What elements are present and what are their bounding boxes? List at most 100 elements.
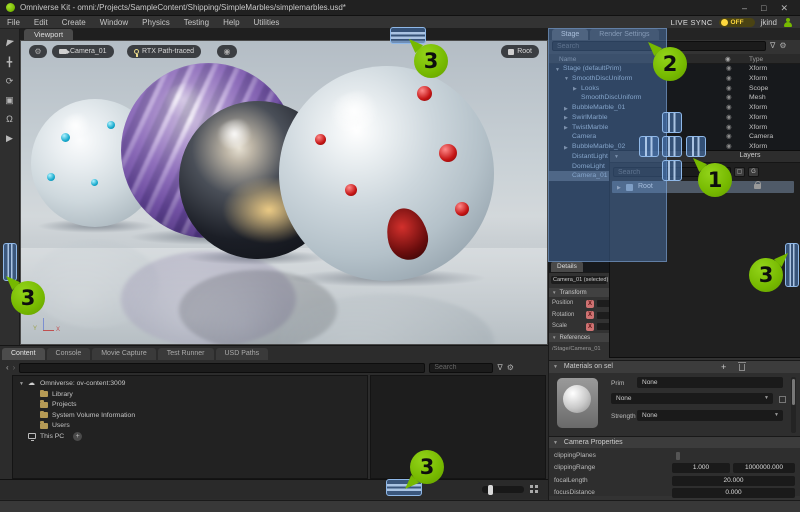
transform-section-header[interactable]: ▼Transform xyxy=(549,288,609,297)
menu-item-file[interactable]: File xyxy=(0,18,27,27)
external-link-icon[interactable] xyxy=(779,396,786,403)
transform-value-field[interactable] xyxy=(597,300,609,307)
maximize-button[interactable]: □ xyxy=(761,1,766,15)
lock-icon[interactable] xyxy=(754,184,761,189)
tab-content[interactable]: Content xyxy=(2,348,45,360)
tab-console[interactable]: Console xyxy=(47,348,91,360)
add-material-button[interactable]: + xyxy=(721,361,726,373)
tab-usd-paths[interactable]: USD Paths xyxy=(216,348,269,360)
property-value-field[interactable]: 0.000 xyxy=(672,488,795,498)
close-button[interactable]: ✕ xyxy=(780,1,788,15)
layers-global-button[interactable]: G xyxy=(748,167,759,177)
snap-tool-icon[interactable]: Ω xyxy=(3,113,17,126)
tab-render-settings[interactable]: Render Settings xyxy=(590,29,658,40)
visibility-eye-icon[interactable]: ◉ xyxy=(726,123,732,133)
play-button-icon[interactable]: ▶ xyxy=(3,132,17,145)
visibility-eye-icon[interactable]: ◉ xyxy=(726,74,732,84)
viewport-settings-button[interactable]: ⚙ xyxy=(29,45,47,58)
back-button[interactable]: ‹ xyxy=(6,363,9,372)
clear-transform-button[interactable]: X xyxy=(586,300,594,308)
camera-properties-header[interactable]: ▼ Camera Properties xyxy=(549,437,800,448)
scale-tool-icon[interactable]: ▣ xyxy=(3,94,17,107)
content-tree-users[interactable]: Users xyxy=(13,420,367,431)
materials-scrollbar[interactable] xyxy=(791,377,796,433)
address-bar[interactable] xyxy=(19,363,425,373)
strength-dropdown[interactable]: None▼ xyxy=(637,410,783,421)
property-value-field[interactable]: 1.000 xyxy=(672,463,730,473)
expand-icon[interactable]: ▶ xyxy=(617,182,621,194)
menu-item-window[interactable]: Window xyxy=(93,18,135,27)
transform-value-field[interactable] xyxy=(597,323,609,330)
property-value-field[interactable]: 1000000.000 xyxy=(733,463,795,473)
gear-icon[interactable]: ⚙ xyxy=(507,363,514,373)
references-section-header[interactable]: ▼References xyxy=(549,333,609,342)
material-dropdown[interactable]: None▼ xyxy=(611,393,773,404)
tab-viewport[interactable]: Viewport xyxy=(24,29,73,40)
dock-target-handle[interactable] xyxy=(662,136,682,157)
thumbnail-size-slider[interactable] xyxy=(482,486,524,493)
clipping-planes-widget[interactable] xyxy=(676,452,680,460)
content-tree-projects[interactable]: Projects xyxy=(13,399,367,410)
menu-item-testing[interactable]: Testing xyxy=(177,18,216,27)
rotate-tool-icon[interactable]: ⟳ xyxy=(3,75,17,88)
filter-icon[interactable]: ∇ xyxy=(497,363,502,373)
select-tool-icon[interactable]: ◤ xyxy=(1,36,17,52)
stage-row-smoothdiscuniform[interactable]: SmoothDiscUniform◉Mesh xyxy=(549,93,800,103)
tab-movie-capture[interactable]: Movie Capture xyxy=(92,348,156,360)
visibility-eye-icon[interactable]: ◉ xyxy=(726,93,732,103)
content-search-input[interactable] xyxy=(429,363,493,373)
renderer-select-button[interactable]: RTX Path-traced xyxy=(127,45,201,58)
dock-target-handle[interactable] xyxy=(639,136,659,157)
trash-icon[interactable] xyxy=(739,364,745,371)
transform-value-field[interactable] xyxy=(597,312,609,319)
root-prim-button[interactable]: Root xyxy=(501,45,539,58)
materials-section-header[interactable]: ▼ Materials on sel + xyxy=(549,361,800,373)
tab-details[interactable]: Details xyxy=(551,262,583,272)
content-tree-library[interactable]: Library xyxy=(13,389,367,400)
menu-item-help[interactable]: Help xyxy=(216,18,246,27)
menu-item-physics[interactable]: Physics xyxy=(135,18,177,27)
content-tree-this-pc[interactable]: This PC+ xyxy=(13,431,367,442)
minimize-button[interactable]: – xyxy=(742,1,747,15)
tab-stage[interactable]: Stage xyxy=(552,29,588,40)
dock-target-handle[interactable] xyxy=(662,112,682,133)
grid-view-icon[interactable] xyxy=(530,485,538,493)
layers-layer-icon-button[interactable]: ▢ xyxy=(734,167,745,177)
menu-item-utilities[interactable]: Utilities xyxy=(247,18,287,27)
property-value-field[interactable]: 20.000 xyxy=(672,476,795,486)
dock-target-handle[interactable] xyxy=(686,136,706,157)
clear-transform-button[interactable]: X xyxy=(586,311,594,319)
filter-icon[interactable]: ∇ xyxy=(770,41,775,51)
visibility-eye-icon[interactable]: ◉ xyxy=(726,132,732,142)
prim-value-field[interactable]: None xyxy=(637,377,783,388)
dock-target-handle[interactable] xyxy=(3,243,17,281)
visibility-eye-icon[interactable]: ◉ xyxy=(726,103,732,113)
visibility-eye-icon[interactable]: ◉ xyxy=(726,64,732,74)
dock-target-handle[interactable] xyxy=(390,27,426,44)
layer-cube-icon xyxy=(626,184,633,191)
visibility-button[interactable]: ◉ xyxy=(217,45,237,58)
viewport-3d-scene[interactable]: ⚙ Camera_01 RTX Path-traced ◉ Root Y X xyxy=(20,40,548,345)
stage-row-looks[interactable]: ▶Looks◉Scope xyxy=(549,84,800,94)
content-tree-omniverse-ov-content-3009[interactable]: ▼☁Omniverse: ov-content:3009 xyxy=(13,378,367,389)
content-files-pane[interactable] xyxy=(370,375,546,479)
visibility-eye-icon[interactable]: ◉ xyxy=(726,84,732,94)
slider-knob[interactable] xyxy=(488,485,493,495)
menu-item-edit[interactable]: Edit xyxy=(27,18,55,27)
add-connection-button[interactable]: + xyxy=(73,432,82,441)
material-sphere-thumbnail[interactable] xyxy=(557,378,598,428)
transform-row-position: PositionX xyxy=(552,299,609,308)
user-avatar-icon[interactable] xyxy=(783,18,792,27)
visibility-eye-icon[interactable]: ◉ xyxy=(726,113,732,123)
menu-item-create[interactable]: Create xyxy=(55,18,93,27)
tab-test-runner[interactable]: Test Runner xyxy=(158,348,214,360)
move-tool-icon[interactable]: ╋ xyxy=(3,56,17,69)
live-sync-toggle[interactable]: OFF xyxy=(719,18,755,27)
content-tree-system-volume-information[interactable]: System Volume Information xyxy=(13,410,367,421)
forward-button[interactable]: › xyxy=(13,363,16,372)
dock-target-handle[interactable] xyxy=(662,160,682,181)
clear-transform-button[interactable]: X xyxy=(586,323,594,331)
dock-target-handle[interactable] xyxy=(785,243,799,287)
camera-select-button[interactable]: Camera_01 xyxy=(52,45,114,58)
gear-icon[interactable]: ⚙ xyxy=(779,41,786,51)
